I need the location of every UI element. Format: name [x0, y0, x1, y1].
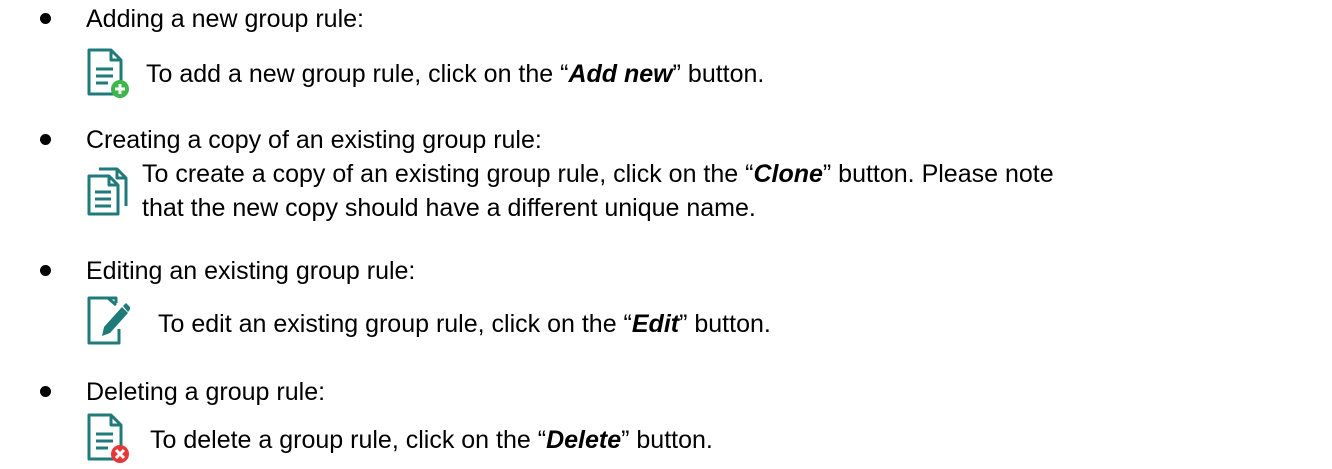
desc-text: To edit an existing group rule, click on… [158, 310, 632, 338]
item-heading: Creating a copy of an existing group rul… [86, 126, 542, 154]
desc-text: ” button. [621, 426, 713, 454]
bullet [40, 386, 51, 397]
button-name: Edit [631, 310, 680, 338]
button-name: Delete [546, 426, 622, 454]
clone-document-icon[interactable] [86, 166, 130, 218]
edit-document-icon[interactable] [86, 295, 131, 347]
item-description: To add a new group rule, click on the “A… [146, 58, 764, 90]
bullet [40, 265, 51, 276]
item-heading: Editing an existing group rule: [86, 257, 416, 285]
bullet [40, 134, 51, 145]
add-document-icon[interactable] [86, 47, 130, 99]
item-description: To edit an existing group rule, click on… [158, 308, 771, 340]
bullet [40, 13, 51, 24]
item-heading: Adding a new group rule: [86, 5, 364, 33]
button-name: Add new [568, 60, 673, 88]
desc-text: ” button. [672, 60, 765, 88]
desc-text: ” button. [679, 310, 771, 338]
delete-document-icon[interactable] [86, 412, 130, 464]
button-name: Clone [753, 160, 823, 188]
item-description-line2: that the new copy should have a differen… [142, 194, 756, 222]
desc-text: To add a new group rule, click on the “ [146, 60, 569, 88]
desc-text: To create a copy of an existing group ru… [142, 160, 754, 188]
item-description: To delete a group rule, click on the “De… [150, 424, 713, 456]
desc-text: To delete a group rule, click on the “ [150, 426, 547, 454]
item-description: To create a copy of an existing group ru… [142, 158, 1054, 190]
item-heading: Deleting a group rule: [86, 378, 326, 406]
desc-text: ” button. Please note [822, 160, 1054, 188]
